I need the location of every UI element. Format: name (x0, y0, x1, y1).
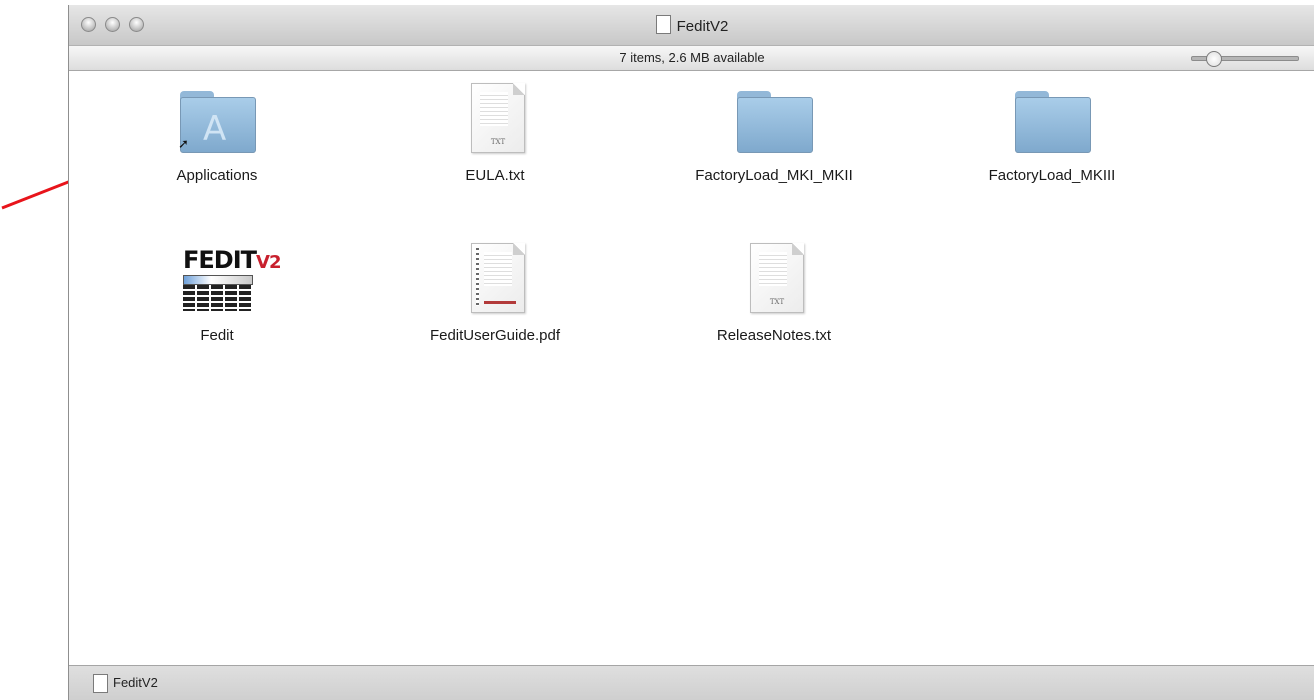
status-bar: 7 items, 2.6 MB available (69, 45, 1314, 71)
item-eula[interactable]: TXT EULA.txt (395, 83, 595, 184)
item-label: EULA.txt (465, 167, 525, 184)
alias-arrow-icon: ➚ (178, 137, 189, 152)
item-label: FactoryLoad_MKI_MKII (695, 167, 853, 184)
title-bar[interactable]: FeditV2 (69, 5, 1314, 45)
item-applications[interactable]: A ➚ Applications (117, 83, 317, 184)
item-release-notes[interactable]: TXT ReleaseNotes.txt (674, 243, 874, 344)
folder-icon (737, 91, 813, 153)
text-file-icon: TXT (471, 83, 525, 153)
applications-folder-icon: A ➚ (178, 91, 256, 153)
item-factoryload-mki-mkii[interactable]: FactoryLoad_MKI_MKII (674, 83, 874, 184)
window-title: FeditV2 (69, 15, 1314, 35)
folder-icon (1015, 91, 1091, 153)
status-text: 7 items, 2.6 MB available (619, 50, 765, 65)
finder-window: FeditV2 7 items, 2.6 MB available A ➚ Ap… (68, 5, 1314, 700)
folder-small-icon (93, 674, 108, 693)
item-factoryload-mkiii[interactable]: FactoryLoad_MKIII (952, 83, 1152, 184)
path-bar: FeditV2 (69, 665, 1314, 700)
document-icon (655, 15, 671, 34)
path-bar-label[interactable]: FeditV2 (113, 675, 158, 690)
item-label: Fedit (200, 327, 234, 344)
item-fedit[interactable]: FEDITV2 Fedit (117, 243, 317, 344)
item-label: FactoryLoad_MKIII (988, 167, 1116, 184)
icon-size-slider[interactable] (1191, 51, 1299, 67)
pdf-file-icon (471, 243, 525, 313)
window-title-text: FeditV2 (676, 18, 729, 35)
item-label: FeditUserGuide.pdf (429, 327, 561, 344)
item-fedit-user-guide[interactable]: FeditUserGuide.pdf (395, 243, 595, 344)
fedit-app-icon: FEDITV2 (183, 245, 282, 311)
text-file-icon: TXT (750, 243, 804, 313)
slider-knob[interactable] (1206, 51, 1222, 67)
item-label: ReleaseNotes.txt (716, 327, 832, 344)
item-label: Applications (176, 167, 258, 184)
app-store-glyph-icon: A (203, 109, 227, 149)
